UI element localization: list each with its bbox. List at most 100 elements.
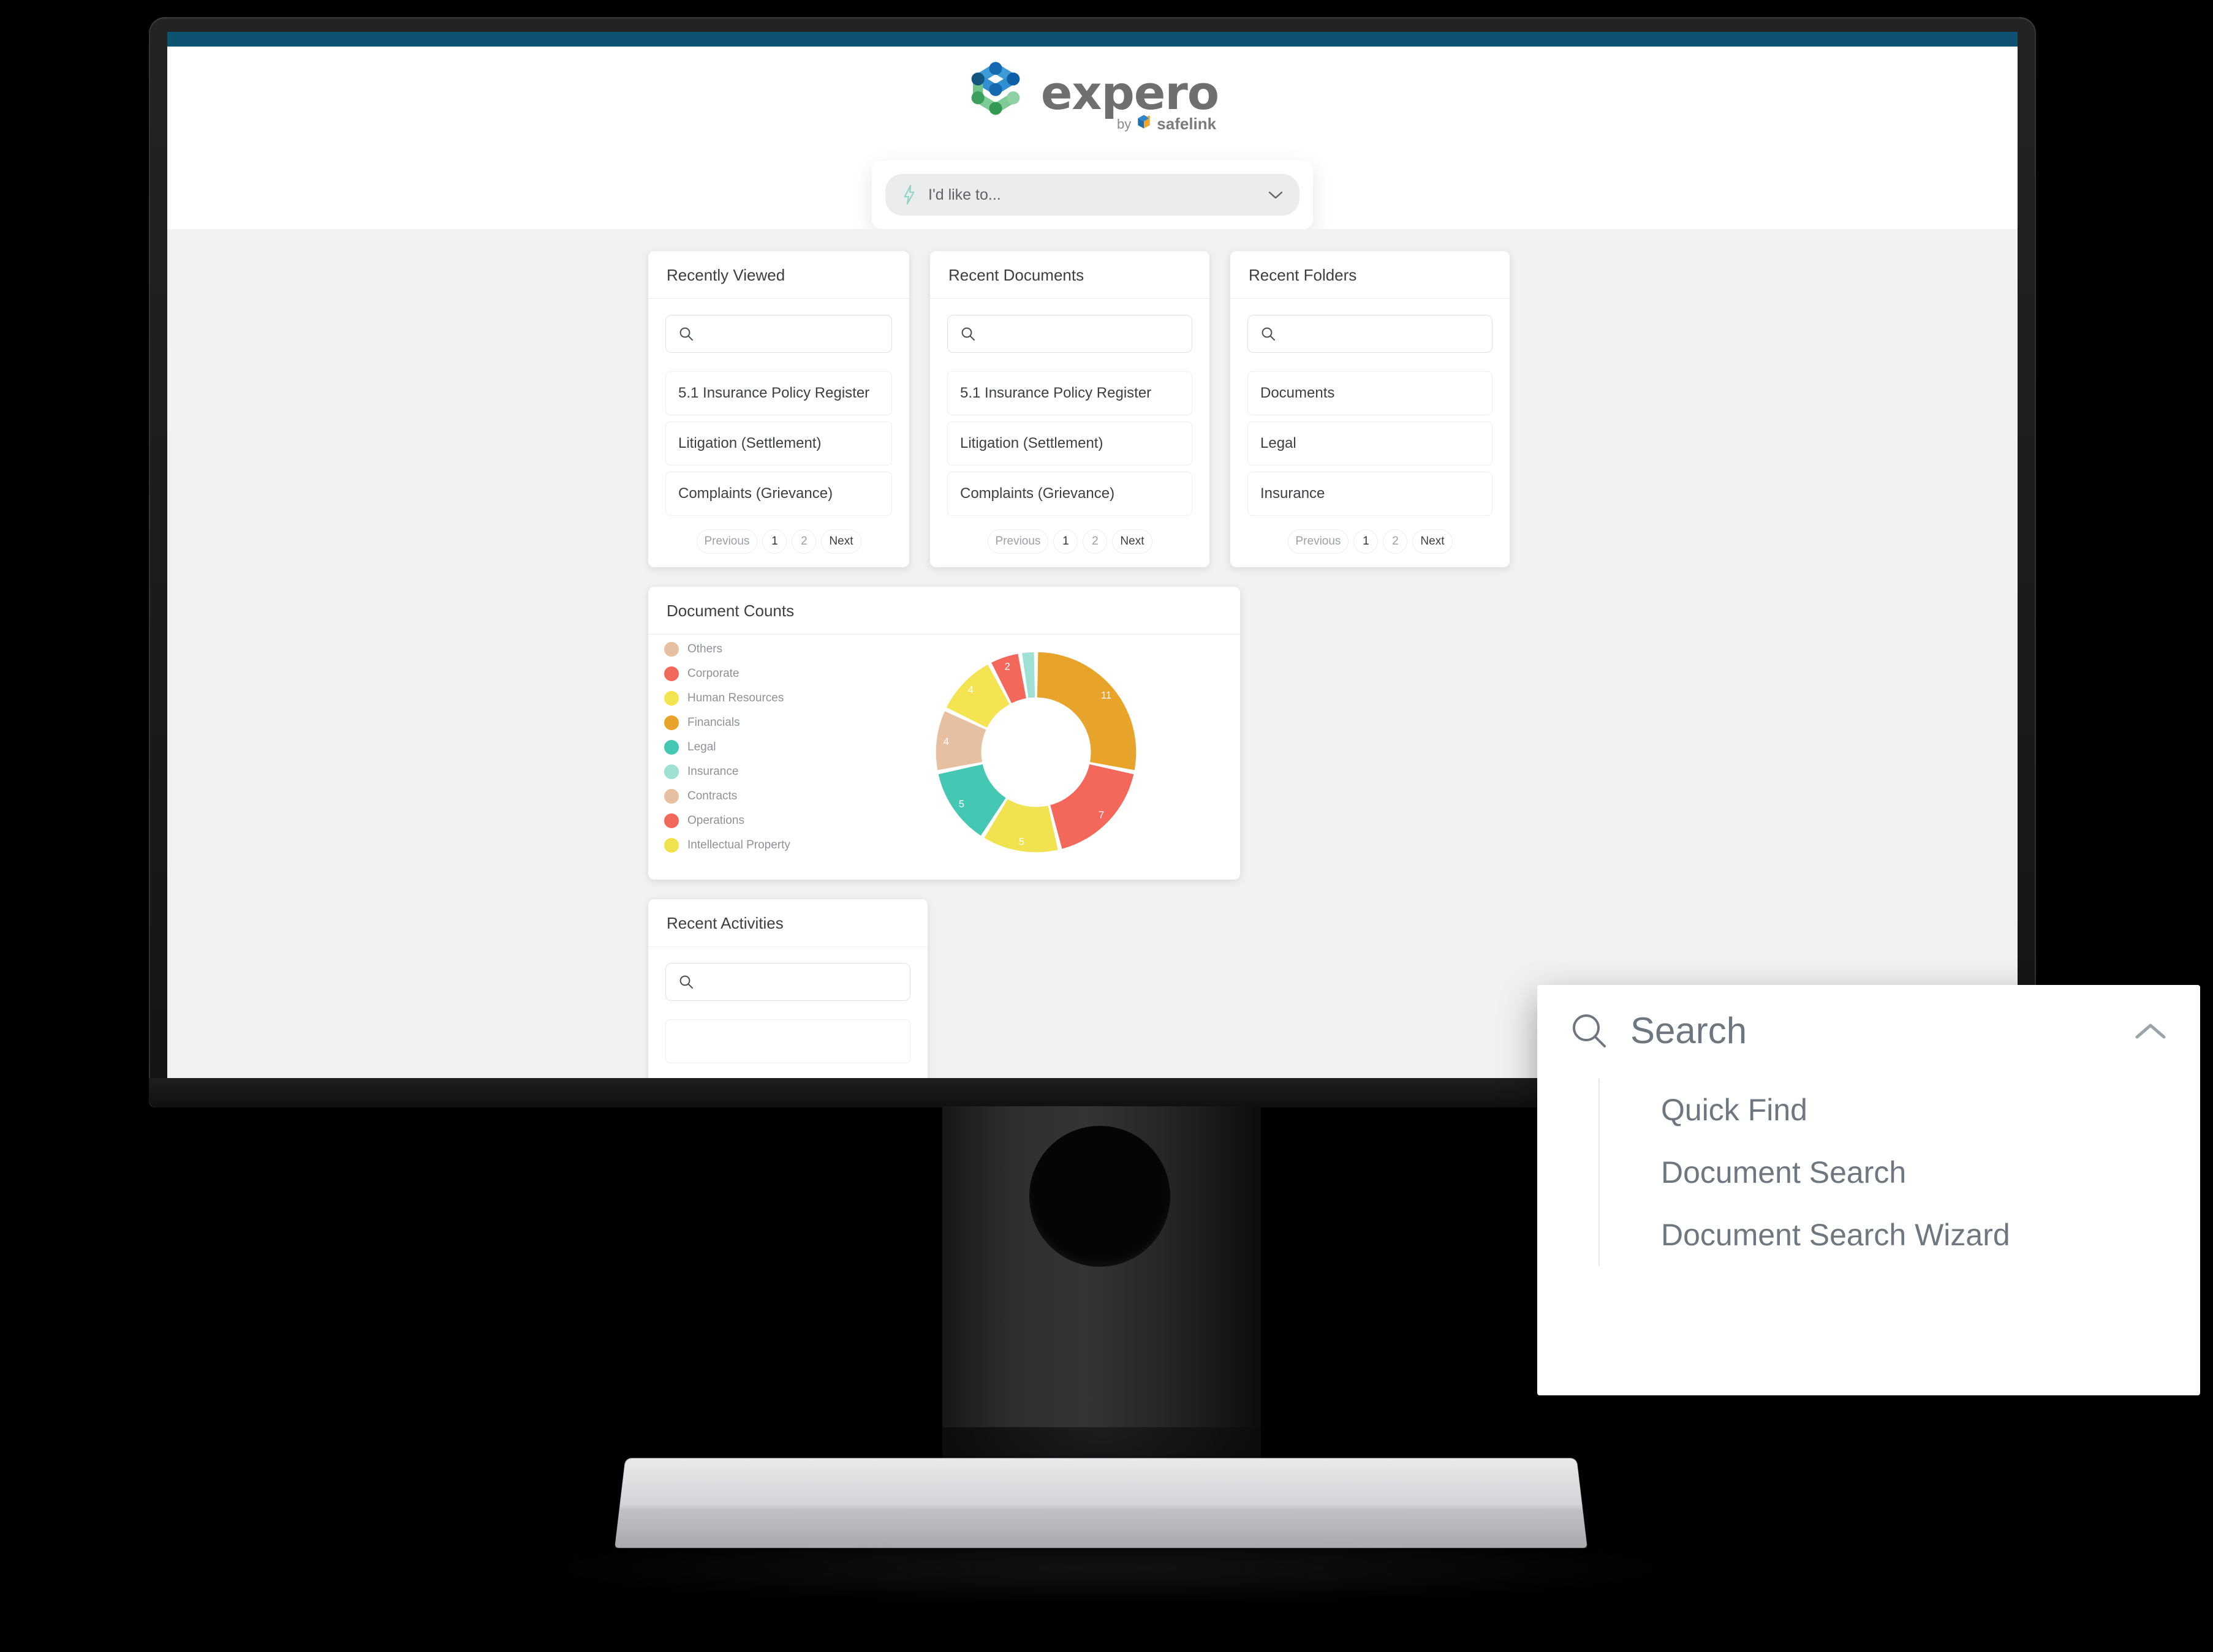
byline-name: safelink [1157,115,1217,133]
list-item[interactable]: 5.1 Insurance Policy Register [665,371,892,415]
donut-slice-label: 4 [944,736,949,747]
search-input[interactable] [665,963,910,1001]
list-item[interactable]: Insurance [1247,472,1492,516]
dashboard-grid: Recently Viewed 5.1 Insurance Policy Reg… [648,251,1537,1078]
lightning-bolt-icon [901,184,917,205]
legend-label: Human Resources [687,692,784,704]
pagination-next[interactable]: Next [821,529,861,554]
legend-item[interactable]: Insurance [664,764,837,779]
chart-legend: Others Corporate Human Resources Financials… [653,642,837,862]
legend-item[interactable]: Operations [664,813,837,828]
legend-label: Operations [687,814,744,827]
brand-logo: expero by safelink [167,61,2018,134]
stand-cable-hole [1029,1126,1170,1267]
card-recently-viewed: Recently Viewed 5.1 Insurance Policy Reg… [648,251,909,567]
card-body: 5.1 Insurance Policy Register Litigation… [648,299,909,567]
donut-slice[interactable] [1037,652,1137,771]
donut-chart: 11 7 5 5 4 4 2 [837,645,1235,859]
legend-color-swatch [664,838,679,853]
global-search-panel: I'd like to... [872,160,1313,229]
chevron-down-icon[interactable] [1268,190,1284,200]
pagination-previous[interactable]: Previous [696,529,758,554]
card-recent-activities: Recent Activities Previous 1 Next [648,899,928,1078]
card-document-counts: Document Counts Others Corporate Human Res… [648,587,1240,880]
pagination-page-1[interactable]: 1 [1053,529,1078,554]
global-search-placeholder: I'd like to... [928,186,1001,203]
legend-color-swatch [664,740,679,755]
search-icon [960,326,976,342]
legend-item[interactable]: Human Resources [664,691,837,706]
card-body: Documents Legal Insurance Previous 1 2 N… [1230,299,1510,567]
legend-label: Financials [687,716,740,729]
menu-item-document-search-wizard[interactable]: Document Search Wizard [1636,1204,2167,1266]
legend-label: Others [687,643,723,655]
list-item[interactable]: Legal [1247,421,1492,466]
legend-item[interactable]: Others [664,642,837,657]
card-title: Recently Viewed [648,251,909,299]
legend-color-swatch [664,666,679,681]
pagination-page-1[interactable]: 1 [762,529,787,554]
donut-slice-label: 5 [959,798,964,810]
menu-item-document-search[interactable]: Document Search [1636,1141,2167,1204]
pagination: Previous 1 2 Next [1247,529,1492,554]
list-item[interactable]: Complaints (Grievance) [947,472,1192,516]
list-item[interactable] [665,1019,910,1063]
list-item[interactable]: 5.1 Insurance Policy Register [947,371,1192,415]
legend-item[interactable]: Contracts [664,789,837,804]
list-item[interactable]: Litigation (Settlement) [665,421,892,466]
search-dropdown-overlay: Search Quick Find Document Search Docume… [1537,985,2200,1395]
legend-label: Contracts [687,790,738,802]
app-topbar [167,32,2018,47]
legend-item[interactable]: Corporate [664,666,837,681]
card-body: 5.1 Insurance Policy Register Litigation… [930,299,1209,567]
search-icon [678,326,694,342]
monitor-screen: expero by safelink I'd like to... Recent… [167,32,2018,1078]
legend-color-swatch [664,691,679,706]
legend-label: Legal [687,741,716,753]
legend-color-swatch [664,789,679,804]
dashboard-body: Recently Viewed 5.1 Insurance Policy Reg… [167,229,2018,1078]
dropdown-header[interactable]: Search [1570,1009,2167,1052]
global-search-input[interactable]: I'd like to... [885,174,1299,216]
pagination-next[interactable]: Next [1412,529,1453,554]
list-item[interactable]: Documents [1247,371,1492,415]
legend-color-swatch [664,642,679,657]
chevron-up-icon[interactable] [2134,1021,2167,1041]
chart-area: Others Corporate Human Resources Financials… [648,635,1240,880]
pagination-page-2[interactable]: 2 [1083,529,1108,554]
pagination-page-1[interactable]: 1 [1353,529,1379,554]
safelink-cube-icon [1135,113,1153,135]
pagination-previous[interactable]: Previous [1287,529,1349,554]
app-header: expero by safelink I'd like to... [167,47,2018,229]
card-title: Recent Activities [648,899,928,947]
card-title: Recent Folders [1230,251,1510,299]
brand-wordmark: expero by safelink [1041,70,1219,134]
pagination-previous[interactable]: Previous [987,529,1049,554]
pagination-page-2[interactable]: 2 [792,529,817,554]
donut-slice[interactable] [1050,764,1134,849]
legend-item[interactable]: Financials [664,715,837,730]
search-input[interactable] [947,315,1192,353]
card-body: Previous 1 Next [648,947,928,1078]
legend-item[interactable]: Legal [664,740,837,755]
list-item[interactable]: Complaints (Grievance) [665,472,892,516]
legend-label: Intellectual Property [687,839,790,851]
pagination-next[interactable]: Next [1112,529,1152,554]
search-icon [1260,326,1276,342]
dropdown-menu: Quick Find Document Search Document Sear… [1598,1079,2167,1266]
card-title: Recent Documents [930,251,1209,299]
legend-item[interactable]: Intellectual Property [664,838,837,853]
donut-slice-label: 2 [1005,661,1010,673]
list-item[interactable]: Litigation (Settlement) [947,421,1192,466]
search-input[interactable] [665,315,892,353]
search-input[interactable] [1247,315,1492,353]
pagination-page-2[interactable]: 2 [1383,529,1408,554]
brand-byline: by safelink [1117,113,1216,135]
search-icon [678,974,694,990]
donut-slice-label: 7 [1099,809,1104,821]
menu-item-quick-find[interactable]: Quick Find [1636,1079,2167,1141]
legend-color-swatch [664,764,679,779]
search-icon [1570,1012,1608,1050]
legend-color-swatch [664,813,679,828]
